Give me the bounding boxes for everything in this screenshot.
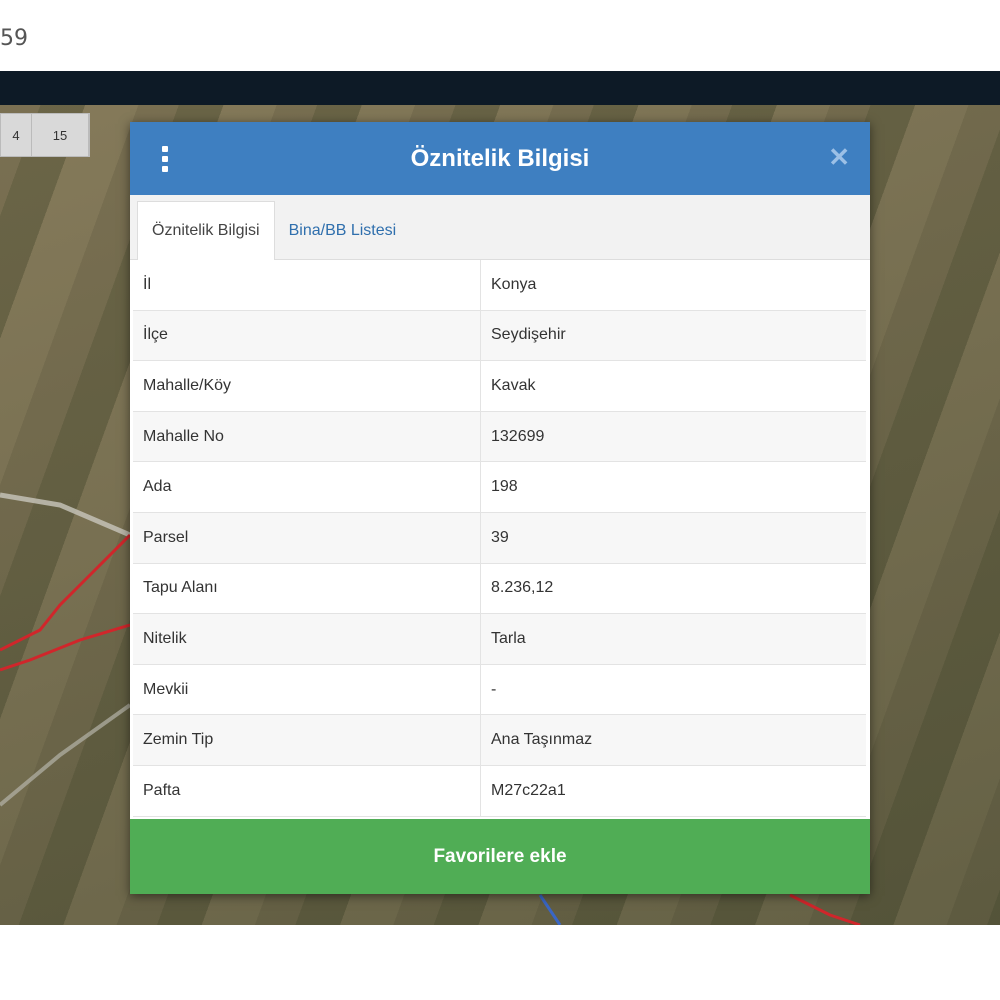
attribute-value: 198 bbox=[480, 461, 866, 513]
table-row: Tapu Alanı 8.236,12 bbox=[133, 563, 866, 615]
attribute-value: - bbox=[480, 664, 866, 716]
parcel-boundary bbox=[0, 533, 132, 652]
road-line bbox=[0, 703, 132, 807]
road-line bbox=[538, 894, 562, 925]
attribute-key: Ada bbox=[133, 461, 481, 513]
attribute-value: Tarla bbox=[480, 613, 866, 665]
attribute-key: İl bbox=[133, 260, 481, 311]
table-row: Parsel 39 bbox=[133, 512, 866, 564]
tab-attribute-info[interactable]: Öznitelik Bilgisi bbox=[137, 201, 275, 260]
attribute-value: 132699 bbox=[480, 411, 866, 463]
table-row: Pafta M27c22a1 bbox=[133, 765, 866, 817]
attribute-table: İl Konya İlçe Seydişehir Mahalle/Köy Kavak … bbox=[133, 260, 866, 817]
modal-title: Öznitelik Bilgisi bbox=[410, 144, 590, 172]
parcel-boundary bbox=[0, 623, 131, 672]
attribute-key: Mahalle No bbox=[133, 411, 481, 463]
zoom-level-button[interactable]: 15 bbox=[32, 114, 89, 156]
attribute-value: Ana Taşınmaz bbox=[480, 714, 866, 766]
attribute-key: Nitelik bbox=[133, 613, 481, 665]
attribute-key: Parsel bbox=[133, 512, 481, 564]
map-zoom-controls: 4 15 bbox=[0, 113, 90, 157]
attribute-key: Tapu Alanı bbox=[133, 563, 481, 615]
close-icon[interactable]: ✕ bbox=[828, 144, 850, 170]
add-to-favorites-button[interactable]: Favorilere ekle bbox=[130, 819, 870, 894]
tab-bar: Öznitelik Bilgisi Bina/BB Listesi bbox=[130, 195, 870, 260]
zoom-level-button[interactable]: 4 bbox=[1, 114, 32, 156]
table-row: İl Konya bbox=[133, 260, 866, 311]
table-row: İlçe Seydişehir bbox=[133, 310, 866, 362]
tab-building-list[interactable]: Bina/BB Listesi bbox=[275, 202, 411, 259]
table-row: Mahalle No 132699 bbox=[133, 411, 866, 463]
vertical-dots-icon[interactable] bbox=[160, 146, 170, 172]
table-row: Zemin Tip Ana Taşınmaz bbox=[133, 714, 866, 766]
attribute-value: Seydişehir bbox=[480, 310, 866, 362]
attribute-key: Mevkii bbox=[133, 664, 481, 716]
top-navigation-bar bbox=[0, 71, 1000, 105]
attribute-key: Mahalle/Köy bbox=[133, 360, 481, 412]
attribute-value: 8.236,12 bbox=[480, 563, 866, 615]
table-row: Mevkii - bbox=[133, 664, 866, 716]
attribute-key: İlçe bbox=[133, 310, 481, 362]
attribute-value: 39 bbox=[480, 512, 866, 564]
parcel-boundary bbox=[789, 893, 861, 925]
table-row: Mahalle/Köy Kavak bbox=[133, 360, 866, 412]
road-line bbox=[0, 492, 131, 538]
attribute-key: Pafta bbox=[133, 765, 481, 817]
attribute-value: Kavak bbox=[480, 360, 866, 412]
page-number-fragment: 59 bbox=[0, 26, 28, 51]
attribute-info-modal: Öznitelik Bilgisi ✕ Öznitelik Bilgisi Bi… bbox=[130, 122, 870, 894]
attribute-value: Konya bbox=[480, 260, 866, 311]
table-row: Ada 198 bbox=[133, 461, 866, 513]
attribute-key: Zemin Tip bbox=[133, 714, 481, 766]
modal-header: Öznitelik Bilgisi ✕ bbox=[130, 122, 870, 195]
attribute-value: M27c22a1 bbox=[480, 765, 866, 817]
table-row: Nitelik Tarla bbox=[133, 613, 866, 665]
